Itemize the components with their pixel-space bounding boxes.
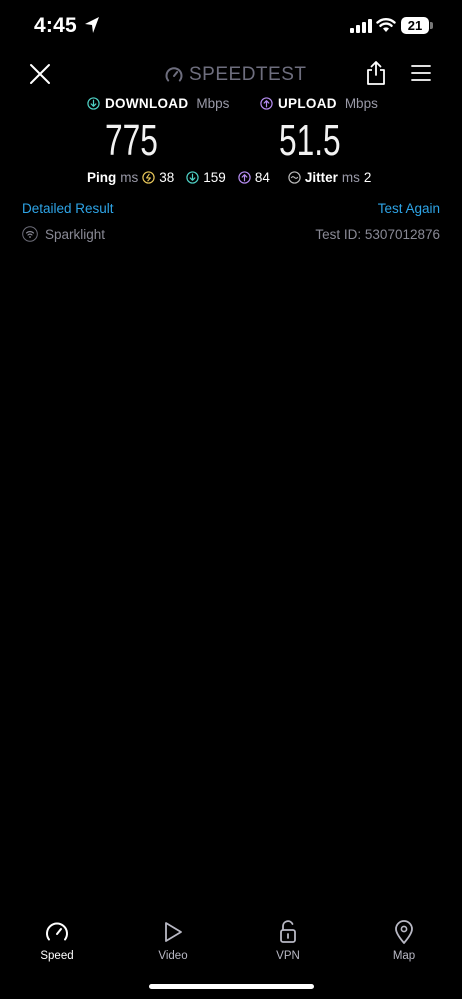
download-header: DOWNLOAD Mbps [87, 96, 229, 111]
upload-label: UPLOAD [278, 96, 337, 111]
map-pin-icon [395, 920, 413, 944]
upload-latency-icon [238, 171, 251, 184]
upload-header: UPLOAD Mbps [260, 96, 378, 111]
home-indicator[interactable] [149, 984, 314, 989]
tab-vpn[interactable]: VPN [248, 918, 328, 962]
download-unit: Mbps [196, 96, 230, 111]
status-time: 4:45 [34, 14, 77, 37]
close-button[interactable] [28, 62, 52, 86]
ping-download-value: 159 [203, 170, 226, 185]
jitter-icon [288, 171, 301, 184]
hamburger-menu-icon [411, 65, 431, 81]
tab-speed-label: Speed [40, 950, 74, 962]
detailed-result-link[interactable]: Detailed Result [22, 201, 114, 216]
ping-label: Ping [87, 170, 117, 185]
download-value: 775 [105, 116, 158, 165]
wifi-connection-icon [22, 226, 38, 242]
gauge-logo-icon [165, 67, 183, 82]
speedtest-logo: SPEEDTEST [165, 64, 306, 86]
tab-video-label: Video [158, 950, 188, 962]
ping-unit: ms [120, 170, 139, 185]
brand-name: SPEEDTEST [189, 64, 307, 85]
wifi-icon [376, 17, 396, 38]
ping-idle-value: 38 [159, 170, 175, 185]
upload-arrow-icon [260, 97, 273, 110]
download-arrow-icon [87, 97, 100, 110]
share-button[interactable] [366, 60, 386, 91]
upload-unit: Mbps [344, 96, 378, 111]
ping-upload-value: 84 [254, 170, 270, 185]
tab-map[interactable]: Map [364, 918, 444, 962]
tab-speed[interactable]: Speed [17, 918, 97, 962]
idle-latency-icon [142, 171, 155, 184]
gauge-icon [46, 922, 68, 941]
jitter-unit: ms [341, 170, 360, 185]
test-id: Test ID: 5307012876 [315, 227, 440, 242]
location-arrow-icon [84, 16, 100, 39]
upload-value: 51.5 [279, 116, 341, 165]
tab-map-label: Map [392, 950, 416, 962]
tab-vpn-label: VPN [276, 950, 300, 962]
isp-name: Sparklight [45, 226, 106, 242]
latency-stats: Ping ms 38 159 84 Jitter ms 2 [87, 170, 383, 185]
lock-icon [280, 920, 296, 943]
jitter-label: Jitter [304, 170, 338, 185]
test-again-link[interactable]: Test Again [378, 201, 440, 216]
menu-button[interactable] [411, 64, 431, 87]
jitter-value: 2 [363, 170, 372, 185]
tab-video[interactable]: Video [133, 918, 213, 962]
download-latency-icon [186, 171, 199, 184]
play-icon [165, 922, 182, 942]
battery-level: 21 [401, 17, 429, 34]
share-icon [367, 61, 385, 85]
download-label: DOWNLOAD [105, 96, 189, 111]
isp-info: Sparklight [22, 226, 105, 242]
close-icon [30, 64, 50, 84]
battery-cap [430, 22, 433, 29]
cellular-signal-icon [350, 19, 372, 38]
